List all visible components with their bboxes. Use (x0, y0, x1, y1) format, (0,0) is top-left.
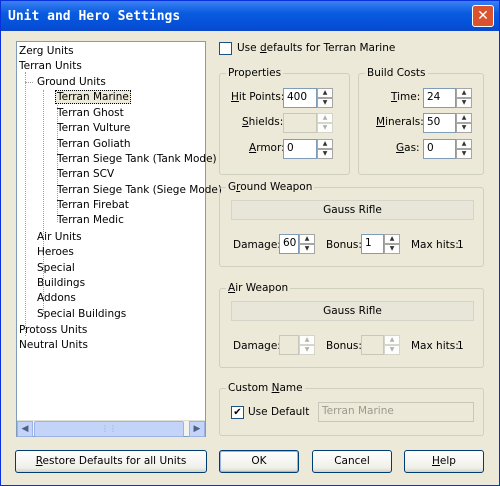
tree-item-terran-goliath[interactable]: Terran Goliath (57, 137, 131, 151)
unit-hero-settings-window: Unit and Hero Settings ✕ Zerg Units Terr… (0, 0, 500, 486)
cancel-button[interactable]: Cancel (312, 450, 392, 473)
tree-item-terran-medic[interactable]: Terran Medic (57, 213, 124, 227)
hit-points-spinner[interactable]: ▲ ▼ (317, 88, 333, 108)
gas-input[interactable]: 0 (423, 139, 456, 159)
ground-bonus-label: Bonus: (326, 239, 362, 251)
ground-damage-input[interactable]: 60 (279, 234, 299, 254)
scroll-right-icon[interactable]: ▶ (189, 421, 205, 437)
shields-label: Shields: (242, 116, 284, 128)
tree-item-terran-units[interactable]: Terran Units (19, 59, 82, 73)
unit-tree[interactable]: Zerg Units Terran Units Ground Units Ter… (16, 41, 222, 437)
scroll-thumb[interactable]: ⋮⋮ (34, 421, 184, 437)
minerals-label: Minerals: (376, 116, 424, 128)
tree-connector (25, 82, 33, 83)
close-icon[interactable]: ✕ (472, 5, 494, 27)
hit-points-label: Hit Points: (231, 91, 285, 103)
armor-spinner[interactable]: ▲ ▼ (317, 139, 333, 159)
ground-damage-label: Damage: (233, 239, 281, 251)
tree-item-special-buildings[interactable]: Special Buildings (37, 307, 126, 321)
scroll-left-icon[interactable]: ◀ (17, 421, 33, 437)
ground-weapon-title: Ground Weapon (226, 181, 315, 193)
tree-item-special[interactable]: Special (37, 261, 75, 275)
ground-bonus-input[interactable]: 1 (361, 234, 384, 254)
time-spinner[interactable]: ▲ ▼ (456, 88, 472, 108)
air-damage-input[interactable] (279, 335, 299, 355)
properties-title: Properties (226, 67, 284, 79)
air-weapon-title: Air Weapon (226, 282, 291, 294)
tree-item-ground-units[interactable]: Ground Units (37, 75, 106, 89)
ok-button[interactable]: OK (219, 450, 299, 473)
ground-damage-spinner[interactable]: ▲ ▼ (299, 234, 315, 254)
use-defaults-checkbox[interactable] (219, 42, 232, 55)
tree-item-terran-firebat[interactable]: Terran Firebat (57, 198, 129, 212)
ground-max-hits-label: Max hits: (411, 239, 459, 251)
tree-item-protoss-units[interactable]: Protoss Units (19, 323, 87, 337)
restore-defaults-button[interactable]: Restore Defaults for all Units (15, 450, 207, 473)
use-defaults-label: Use defaults for Terran Marine (237, 42, 396, 54)
build-costs-title: Build Costs (365, 67, 428, 79)
tree-item-terran-siege-tank-tank[interactable]: Terran Siege Tank (Tank Mode) (57, 152, 217, 166)
gas-label: Gas: (396, 142, 420, 154)
shields-spinner[interactable]: ▲ ▼ (317, 113, 333, 133)
air-damage-label: Damage: (233, 340, 281, 352)
custom-name-group: Custom Name ✔ Use Default Terran Marine (219, 382, 484, 436)
ground-bonus-spinner[interactable]: ▲ ▼ (384, 234, 400, 254)
tree-item-neutral-units[interactable]: Neutral Units (19, 338, 88, 352)
custom-name-input[interactable]: Terran Marine (318, 402, 474, 422)
custom-name-title: Custom Name (226, 382, 305, 394)
tree-item-terran-siege-tank-siege[interactable]: Terran Siege Tank (Siege Mode) (57, 183, 222, 197)
minerals-input[interactable]: 50 (423, 113, 456, 133)
shields-input[interactable] (283, 113, 317, 133)
ground-weapon-name[interactable]: Gauss Rifle (231, 200, 474, 220)
tree-item-buildings[interactable]: Buildings (37, 276, 85, 290)
air-max-hits-label: Max hits: (411, 340, 459, 352)
air-damage-spinner[interactable]: ▲ ▼ (299, 335, 315, 355)
ground-weapon-group: Ground Weapon Gauss Rifle Damage: 60 ▲ ▼ … (219, 181, 484, 267)
tree-item-zerg-units[interactable]: Zerg Units (19, 44, 74, 58)
air-bonus-input[interactable] (361, 335, 384, 355)
gas-spinner[interactable]: ▲ ▼ (456, 139, 472, 159)
tree-item-terran-ghost[interactable]: Terran Ghost (57, 106, 124, 120)
tree-item-terran-scv[interactable]: Terran SCV (57, 167, 114, 181)
tree-item-air-units[interactable]: Air Units (37, 230, 82, 244)
help-button[interactable]: Help (404, 450, 484, 473)
properties-group: Properties Hit Points: 400 ▲ ▼ Shields: ▲… (219, 67, 350, 175)
ground-max-hits-value: 1 (457, 239, 464, 251)
air-bonus-spinner[interactable]: ▲ ▼ (384, 335, 400, 355)
time-label: Time: (391, 91, 421, 103)
build-costs-group: Build Costs Time: 24 ▲ ▼ Minerals: 50 ▲ ▼ … (358, 67, 484, 175)
hit-points-input[interactable]: 400 (283, 88, 317, 108)
armor-label: Armor: (249, 142, 285, 154)
time-input[interactable]: 24 (423, 88, 456, 108)
horizontal-scrollbar[interactable]: ◀ ⋮⋮ ▶ (17, 420, 205, 437)
air-weapon-group: Air Weapon Gauss Rifle Damage: ▲ ▼ Bonus:… (219, 282, 484, 368)
use-default-name-checkbox[interactable]: ✔ (231, 406, 244, 419)
air-max-hits-value: 1 (457, 340, 464, 352)
tree-item-heroes[interactable]: Heroes (37, 245, 74, 259)
title-bar: Unit and Hero Settings ✕ (1, 1, 499, 31)
tree-connector (25, 72, 26, 336)
air-bonus-label: Bonus: (326, 340, 362, 352)
tree-item-terran-marine[interactable]: Terran Marine (55, 90, 131, 104)
use-default-name-label: Use Default (248, 406, 310, 418)
window-title: Unit and Hero Settings (8, 9, 181, 24)
minerals-spinner[interactable]: ▲ ▼ (456, 113, 472, 133)
tree-item-terran-vulture[interactable]: Terran Vulture (57, 121, 130, 135)
tree-item-addons[interactable]: Addons (37, 291, 76, 305)
armor-input[interactable]: 0 (283, 139, 317, 159)
air-weapon-name[interactable]: Gauss Rifle (231, 301, 474, 321)
